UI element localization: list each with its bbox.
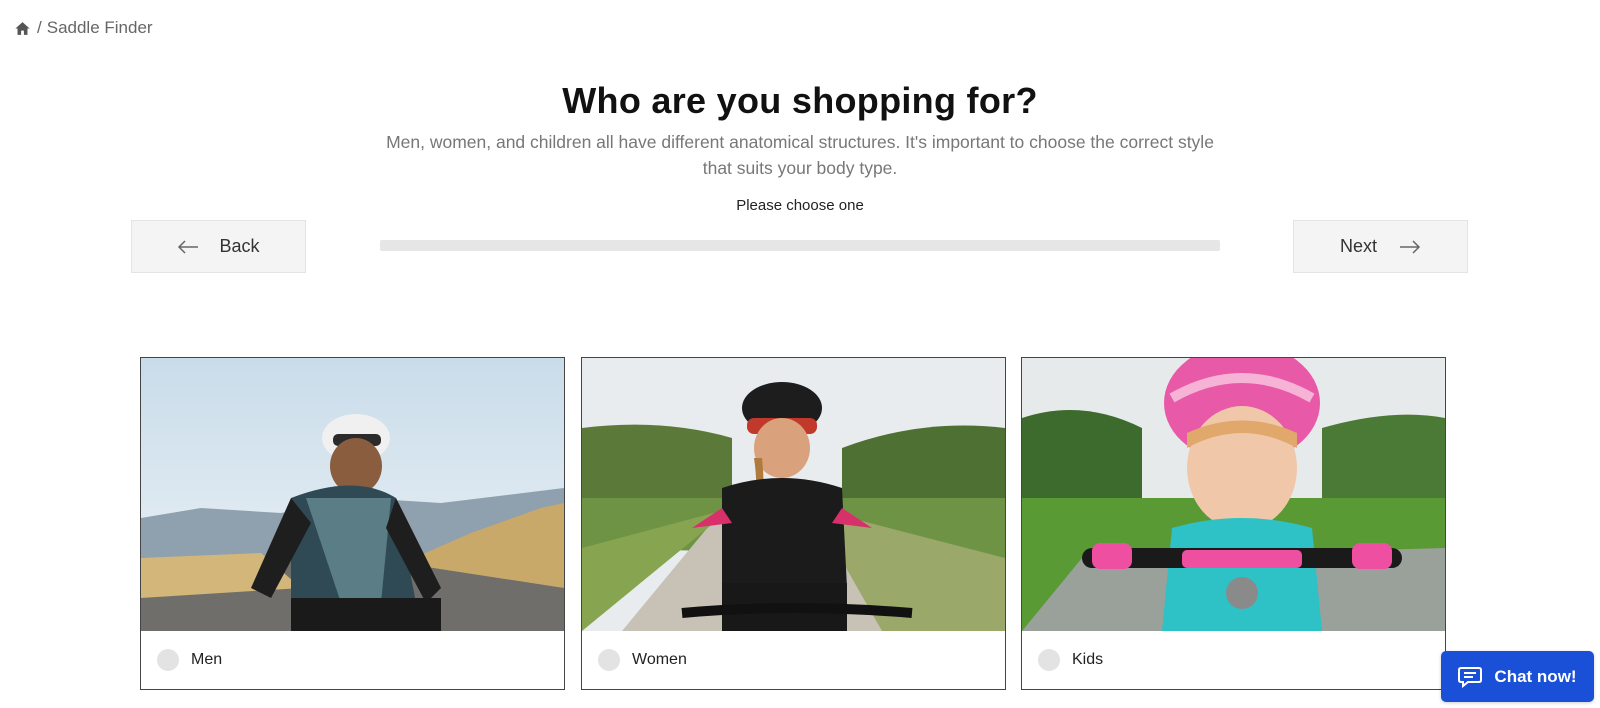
next-button[interactable]: Next xyxy=(1293,220,1468,273)
option-label-women: Women xyxy=(632,651,687,668)
page-title: Who are you shopping for? xyxy=(562,80,1038,121)
page-subtitle: Men, women, and children all have differ… xyxy=(386,132,1214,178)
option-card-women[interactable]: Women xyxy=(581,357,1006,690)
progress-bar xyxy=(380,240,1220,251)
home-icon[interactable] xyxy=(14,20,31,37)
child-on-bike-photo xyxy=(1022,358,1445,631)
chat-now-button[interactable]: Chat now! xyxy=(1441,651,1594,702)
radio-kids[interactable] xyxy=(1038,649,1060,671)
breadcrumb-separator: / xyxy=(37,18,42,37)
instruction-text: Please choose one xyxy=(736,197,864,214)
option-card-kids[interactable]: Kids xyxy=(1021,357,1446,690)
back-label: Back xyxy=(219,236,260,256)
breadcrumb-current: Saddle Finder xyxy=(46,18,153,37)
option-label-men: Men xyxy=(191,651,223,668)
option-kids[interactable]: Kids xyxy=(1038,649,1103,671)
arrow-left-icon xyxy=(177,239,199,255)
cyclist-woman-photo xyxy=(582,358,1005,631)
radio-women[interactable] xyxy=(598,649,620,671)
cyclist-man-photo xyxy=(141,358,564,631)
arrow-right-icon xyxy=(1399,239,1421,255)
next-label: Next xyxy=(1339,236,1377,256)
chat-bubble-icon xyxy=(1458,666,1483,688)
option-card-men[interactable]: Men xyxy=(140,357,565,690)
option-women[interactable]: Women xyxy=(598,649,687,671)
option-label-kids: Kids xyxy=(1072,651,1104,668)
back-button[interactable]: Back xyxy=(131,220,306,273)
radio-men[interactable] xyxy=(157,649,179,671)
option-men[interactable]: Men xyxy=(157,649,222,671)
breadcrumb: / Saddle Finder xyxy=(14,18,153,38)
chat-label: Chat now! xyxy=(1494,666,1577,686)
